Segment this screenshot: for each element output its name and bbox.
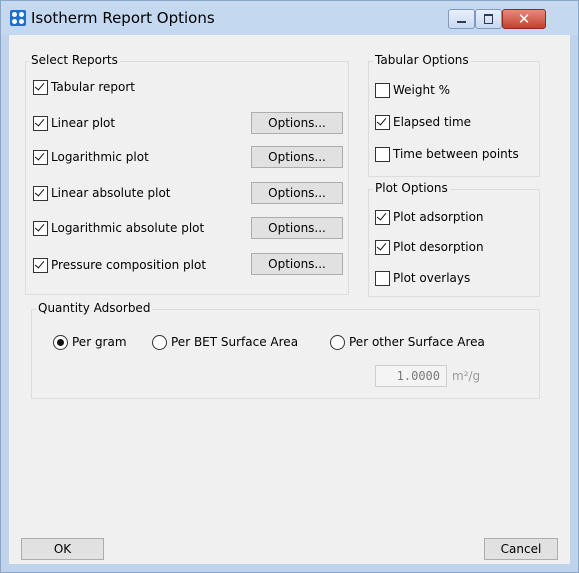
logarithmic-plot-checkbox[interactable]: Logarithmic plot <box>33 148 149 166</box>
title-bar[interactable]: Isotherm Report Options ✕ <box>1 1 578 35</box>
quantity-adsorbed-title: Quantity Adsorbed <box>36 301 153 315</box>
logarithmic-absolute-plot-checkbox[interactable]: Logarithmic absolute plot <box>33 219 204 237</box>
linear-absolute-plot-options-button[interactable]: Options... <box>251 182 343 204</box>
radio-label: Per other Surface Area <box>349 335 485 349</box>
checkbox-box[interactable] <box>375 239 390 255</box>
checkbox-box[interactable] <box>375 82 390 98</box>
plot-options-title: Plot Options <box>373 181 450 195</box>
surface-area-value-field[interactable]: 1.0000 <box>375 365 447 387</box>
quantity-adsorbed-group <box>31 309 540 399</box>
checkbox-label: Weight % <box>393 83 451 97</box>
radio-label: Per gram <box>72 335 127 349</box>
logarithmic-absolute-plot-options-button[interactable]: Options... <box>251 217 343 239</box>
tabular-options-title: Tabular Options <box>373 53 471 67</box>
linear-plot-checkbox[interactable]: Linear plot <box>33 114 115 132</box>
ok-button[interactable]: OK <box>21 538 104 560</box>
checkbox-label: Logarithmic absolute plot <box>51 221 205 235</box>
minimize-icon <box>457 21 466 23</box>
per-gram-radio[interactable]: Per gram <box>53 333 127 351</box>
tabular-report-checkbox[interactable]: Tabular report <box>33 78 135 96</box>
pressure-composition-plot-options-button[interactable]: Options... <box>251 253 343 275</box>
app-icon <box>10 10 26 26</box>
checkbox-box[interactable] <box>33 79 48 95</box>
checkbox-label: Tabular report <box>51 80 136 94</box>
maximize-icon <box>484 14 493 24</box>
close-icon: ✕ <box>517 10 531 28</box>
checkbox-label: Plot overlays <box>393 271 471 285</box>
checkbox-box[interactable] <box>375 146 390 162</box>
checkbox-box[interactable] <box>375 114 390 130</box>
weight-percent-checkbox[interactable]: Weight % <box>375 81 450 99</box>
checkbox-label: Plot desorption <box>393 240 484 254</box>
radio-label: Per BET Surface Area <box>171 335 299 349</box>
per-other-surface-area-radio[interactable]: Per other Surface Area <box>330 333 485 351</box>
checkbox-box[interactable] <box>33 220 48 236</box>
plot-overlays-checkbox[interactable]: Plot overlays <box>375 269 470 287</box>
checkbox-label: Logarithmic plot <box>51 150 149 164</box>
close-button[interactable]: ✕ <box>502 9 546 29</box>
checkbox-box[interactable] <box>33 257 48 273</box>
checkbox-box[interactable] <box>375 209 390 225</box>
minimize-button[interactable] <box>448 9 475 29</box>
dialog-window: Isotherm Report Options ✕ Select Reports… <box>0 0 579 573</box>
surface-area-unit-label: m²/g <box>452 369 481 383</box>
radio-circle[interactable] <box>53 334 68 350</box>
logarithmic-plot-options-button[interactable]: Options... <box>251 146 343 168</box>
plot-desorption-checkbox[interactable]: Plot desorption <box>375 238 484 256</box>
checkbox-box[interactable] <box>33 115 48 131</box>
checkbox-label: Linear absolute plot <box>51 186 171 200</box>
radio-circle[interactable] <box>330 334 345 350</box>
dialog-client-area: Select Reports Tabular report Linear plo… <box>9 35 570 564</box>
checkbox-label: Elapsed time <box>393 115 472 129</box>
checkbox-box[interactable] <box>33 185 48 201</box>
plot-adsorption-checkbox[interactable]: Plot adsorption <box>375 208 484 226</box>
elapsed-time-checkbox[interactable]: Elapsed time <box>375 113 471 131</box>
checkbox-label: Linear plot <box>51 116 116 130</box>
radio-circle[interactable] <box>152 334 167 350</box>
linear-absolute-plot-checkbox[interactable]: Linear absolute plot <box>33 184 171 202</box>
checkbox-box[interactable] <box>33 149 48 165</box>
checkbox-box[interactable] <box>375 270 390 286</box>
checkbox-label: Plot adsorption <box>393 210 484 224</box>
checkbox-label: Time between points <box>393 147 519 161</box>
checkbox-label: Pressure composition plot <box>51 258 207 272</box>
linear-plot-options-button[interactable]: Options... <box>251 112 343 134</box>
pressure-composition-plot-checkbox[interactable]: Pressure composition plot <box>33 256 206 274</box>
time-between-points-checkbox[interactable]: Time between points <box>375 145 519 163</box>
per-bet-surface-area-radio[interactable]: Per BET Surface Area <box>152 333 298 351</box>
cancel-button[interactable]: Cancel <box>484 538 558 560</box>
select-reports-title: Select Reports <box>29 53 120 67</box>
maximize-button[interactable] <box>475 9 502 29</box>
window-title: Isotherm Report Options <box>31 9 215 27</box>
